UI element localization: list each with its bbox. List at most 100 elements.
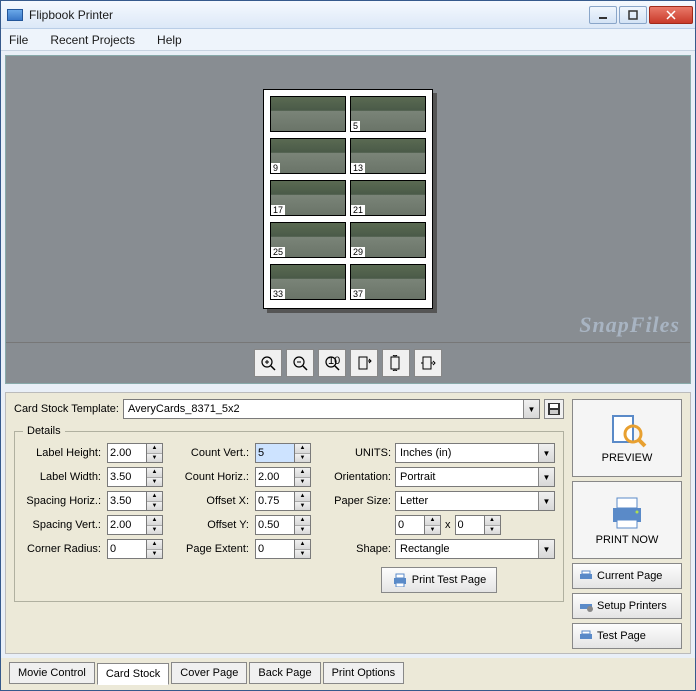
chevron-down-icon: ▼ — [538, 492, 554, 510]
template-row: Card Stock Template: AveryCards_8371_5x2… — [14, 399, 564, 419]
preview-canvas: 59 13 17 21 25 29 33 37 SnapFiles — [6, 56, 690, 342]
settings-panel: Card Stock Template: AveryCards_8371_5x2… — [14, 399, 564, 649]
paper-width-input[interactable]: ▲▼ — [395, 515, 441, 535]
paper-x-label: x — [445, 519, 451, 531]
controls-panel: Card Stock Template: AveryCards_8371_5x2… — [5, 392, 691, 654]
paper-size-select[interactable]: Letter▼ — [395, 491, 555, 511]
print-test-page-button[interactable]: Print Test Page — [381, 567, 497, 593]
card-number: 37 — [351, 289, 365, 299]
test-page-button[interactable]: Test Page — [572, 623, 682, 649]
fit-width-button[interactable] — [414, 349, 442, 377]
preview-button[interactable]: PREVIEW — [572, 399, 682, 477]
tab-cover-page[interactable]: Cover Page — [171, 662, 247, 684]
details-legend: Details — [23, 425, 65, 437]
preview-card — [270, 96, 346, 132]
menu-file[interactable]: File — [5, 31, 32, 49]
zoom-toolbar: 100% — [6, 342, 690, 383]
card-number: 17 — [271, 205, 285, 215]
tab-back-page[interactable]: Back Page — [249, 662, 320, 684]
preview-card: 5 — [350, 96, 426, 132]
label-width-label: Label Width: — [23, 471, 101, 483]
preview-card: 13 — [350, 138, 426, 174]
tab-movie-control[interactable]: Movie Control — [9, 662, 95, 684]
units-select[interactable]: Inches (in)▼ — [395, 443, 555, 463]
floppy-icon — [547, 402, 561, 416]
tab-card-stock[interactable]: Card Stock — [97, 663, 169, 685]
tab-bar: Movie Control Card Stock Cover Page Back… — [1, 658, 695, 690]
corner-radius-label: Corner Radius: — [23, 543, 101, 555]
zoom-in-button[interactable] — [254, 349, 282, 377]
spacing-vert-input[interactable]: ▲▼ — [107, 515, 169, 535]
count-vert-input[interactable]: ▲▼ — [255, 443, 317, 463]
label-height-input[interactable]: ▲▼ — [107, 443, 169, 463]
chevron-down-icon: ▼ — [538, 540, 554, 558]
zoom-100-button[interactable]: 100% — [318, 349, 346, 377]
units-label: UNITS: — [323, 447, 391, 459]
titlebar: Flipbook Printer — [1, 1, 695, 29]
page-extent-input[interactable]: ▲▼ — [255, 539, 317, 559]
chevron-down-icon: ▼ — [538, 468, 554, 486]
printer-icon — [579, 570, 593, 582]
watermark: SnapFiles — [579, 312, 680, 338]
offset-y-label: Offset Y: — [175, 519, 249, 531]
count-horiz-input[interactable]: ▲▼ — [255, 467, 317, 487]
preview-card: 25 — [270, 222, 346, 258]
preview-card: 33 — [270, 264, 346, 300]
count-vert-label: Count Vert.: — [175, 447, 249, 459]
tab-print-options[interactable]: Print Options — [323, 662, 405, 684]
menu-recent-projects[interactable]: Recent Projects — [46, 31, 139, 49]
shape-select[interactable]: Rectangle▼ — [395, 539, 555, 559]
orientation-select[interactable]: Portrait▼ — [395, 467, 555, 487]
details-fieldset: Details Label Height: ▲▼ Count Vert.: ▲▼… — [14, 425, 564, 602]
window-title: Flipbook Printer — [29, 8, 587, 22]
menubar: File Recent Projects Help — [1, 29, 695, 51]
template-value: AveryCards_8371_5x2 — [128, 403, 240, 415]
app-icon — [7, 9, 23, 21]
template-combo[interactable]: AveryCards_8371_5x2 ▼ — [123, 399, 540, 419]
corner-radius-input[interactable]: ▲▼ — [107, 539, 169, 559]
printer-icon — [579, 630, 593, 642]
preview-icon — [607, 412, 647, 448]
save-template-button[interactable] — [544, 399, 564, 419]
printer-icon — [392, 573, 408, 587]
count-horiz-label: Count Horiz.: — [175, 471, 249, 483]
printer-gear-icon — [579, 600, 593, 612]
card-number: 33 — [271, 289, 285, 299]
spacing-horiz-label: Spacing Horiz.: — [23, 495, 101, 507]
offset-x-input[interactable]: ▲▼ — [255, 491, 317, 511]
fit-height-button[interactable] — [382, 349, 410, 377]
minimize-button[interactable] — [589, 6, 617, 24]
preview-card: 9 — [270, 138, 346, 174]
offset-x-label: Offset X: — [175, 495, 249, 507]
setup-printers-button[interactable]: Setup Printers — [572, 593, 682, 619]
offset-y-input[interactable]: ▲▼ — [255, 515, 317, 535]
preview-card: 17 — [270, 180, 346, 216]
current-page-button[interactable]: Current Page — [572, 563, 682, 589]
label-width-input[interactable]: ▲▼ — [107, 467, 169, 487]
card-number: 29 — [351, 247, 365, 257]
page-extent-label: Page Extent: — [175, 543, 249, 555]
card-number: 5 — [351, 121, 360, 131]
app-window: Flipbook Printer File Recent Projects He… — [0, 0, 696, 691]
card-number: 21 — [351, 205, 365, 215]
print-now-button[interactable]: PRINT NOW — [572, 481, 682, 559]
svg-text:100%: 100% — [328, 355, 340, 367]
paper-size-label: Paper Size: — [323, 495, 391, 507]
fit-page-button[interactable] — [350, 349, 378, 377]
paper-height-input[interactable]: ▲▼ — [455, 515, 501, 535]
chevron-down-icon: ▼ — [523, 400, 539, 418]
zoom-out-button[interactable] — [286, 349, 314, 377]
close-button[interactable] — [649, 6, 693, 24]
preview-card: 29 — [350, 222, 426, 258]
card-number: 25 — [271, 247, 285, 257]
orientation-label: Orientation: — [323, 471, 391, 483]
spacing-horiz-input[interactable]: ▲▼ — [107, 491, 169, 511]
maximize-button[interactable] — [619, 6, 647, 24]
menu-help[interactable]: Help — [153, 31, 186, 49]
preview-card: 37 — [350, 264, 426, 300]
workspace: 59 13 17 21 25 29 33 37 SnapFiles 100% — [5, 55, 691, 384]
label-height-label: Label Height: — [23, 447, 101, 459]
page-preview: 59 13 17 21 25 29 33 37 — [263, 89, 433, 309]
chevron-down-icon: ▼ — [538, 444, 554, 462]
card-number: 13 — [351, 163, 365, 173]
